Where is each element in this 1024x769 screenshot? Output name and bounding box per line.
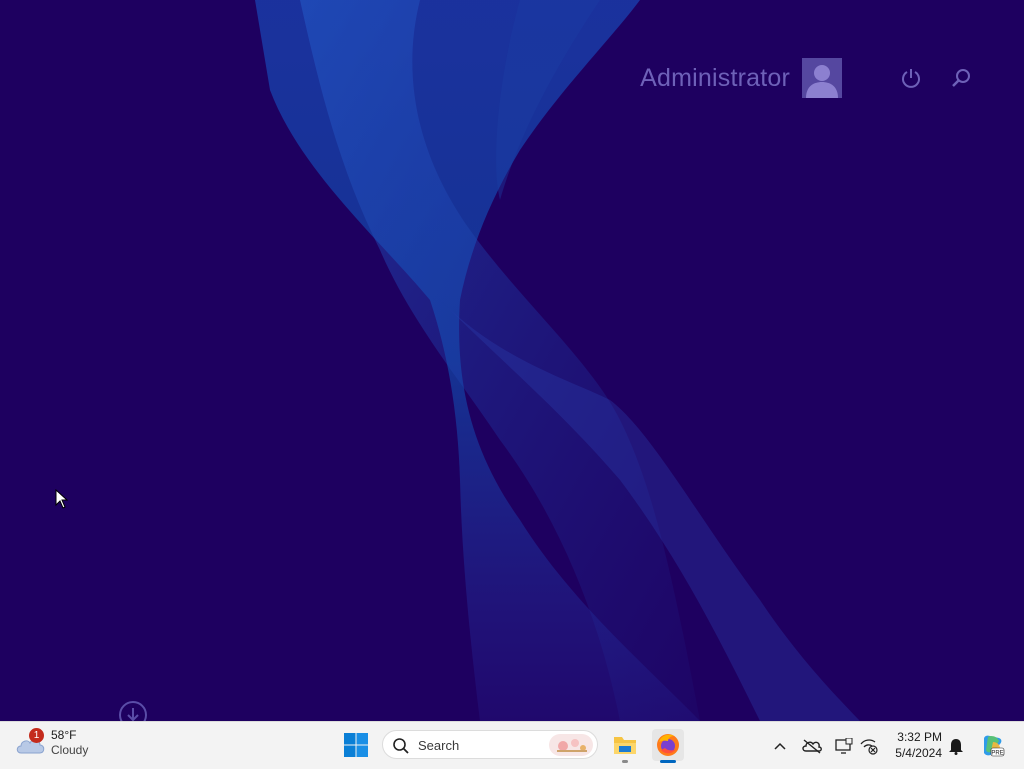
search-placeholder: Search — [418, 738, 460, 753]
firefox-button[interactable] — [652, 729, 684, 763]
network-tray-icon[interactable] — [858, 722, 880, 769]
notification-badge: 1 — [29, 728, 44, 743]
show-hidden-icons-button[interactable] — [770, 722, 790, 769]
download-circle-icon[interactable] — [118, 700, 148, 721]
weather-temperature: 58°F — [51, 728, 77, 742]
display-tray-icon[interactable] — [833, 722, 855, 769]
power-icon[interactable] — [900, 67, 922, 89]
windows-logo-icon — [344, 733, 368, 757]
clock-date: 5/4/2024 — [895, 746, 942, 760]
running-indicator — [622, 760, 628, 763]
svg-text:PRE: PRE — [991, 750, 1003, 756]
notifications-button[interactable] — [946, 722, 966, 769]
folder-icon — [614, 737, 636, 754]
copilot-button[interactable]: PRE — [978, 722, 1006, 769]
network-disconnected-icon — [860, 738, 878, 755]
weather-condition: Cloudy — [51, 743, 89, 757]
chevron-up-icon — [774, 742, 786, 750]
start-button[interactable] — [343, 732, 369, 758]
cloud-icon: 1 — [14, 728, 46, 757]
user-name: Administrator — [640, 63, 790, 92]
search-icon[interactable] — [950, 67, 972, 89]
mouse-cursor-icon — [55, 488, 69, 514]
clock[interactable]: 3:32 PM 5/4/2024 — [888, 729, 942, 761]
search-box[interactable]: Search — [382, 730, 598, 759]
search-highlight-image — [549, 734, 593, 756]
search-icon — [392, 737, 410, 760]
active-indicator — [660, 760, 676, 763]
clock-time: 3:32 PM — [897, 730, 942, 744]
desktop: Administrator — [0, 0, 1024, 721]
cloud-offline-icon — [802, 738, 822, 754]
bell-icon — [949, 738, 963, 755]
onedrive-tray-icon[interactable] — [801, 722, 823, 769]
firefox-icon — [657, 734, 679, 756]
taskbar: 1 58°F Cloudy Search 3:32 PM 5/4/2024 PR… — [0, 721, 1024, 769]
weather-widget[interactable]: 1 58°F Cloudy — [14, 728, 88, 758]
copilot-icon: PRE — [984, 735, 1005, 756]
wallpaper-ribbon — [255, 0, 860, 721]
lock-screen-header: Administrator — [640, 58, 972, 98]
file-explorer-button[interactable] — [609, 729, 641, 763]
monitor-icon — [835, 737, 853, 754]
user-avatar-icon[interactable] — [802, 58, 842, 98]
